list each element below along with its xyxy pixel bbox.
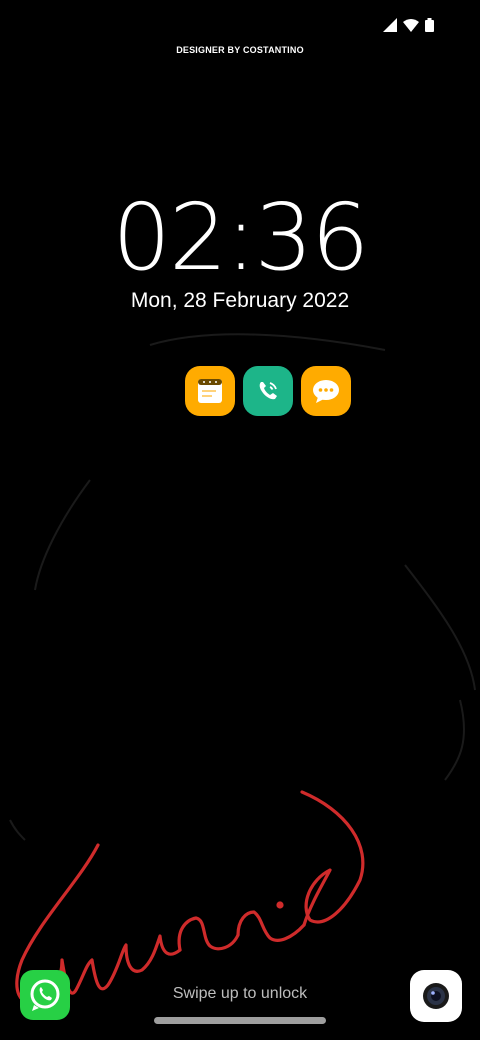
whatsapp-icon[interactable] <box>20 970 70 1020</box>
home-indicator[interactable] <box>154 1017 326 1024</box>
whatsapp-glyph <box>30 979 60 1011</box>
notes-icon[interactable] <box>185 366 235 416</box>
camera-glyph <box>423 983 449 1009</box>
clock-time: 02:36 <box>112 184 369 291</box>
status-bar <box>0 0 480 40</box>
phone-glyph <box>259 382 277 400</box>
battery-icon <box>425 18 434 32</box>
clock-date: Mon, 28 February 2022 <box>130 289 350 312</box>
wallpaper-art <box>9 333 476 1005</box>
wallpaper-credit: DESIGNER BY COSTANTINO <box>176 45 304 55</box>
phone-icon[interactable] <box>243 366 293 416</box>
notes-glyph <box>198 379 222 403</box>
messages-glyph <box>313 380 339 403</box>
cell-signal-icon <box>383 18 397 32</box>
camera-icon[interactable] <box>410 970 462 1022</box>
unlock-hint: Swipe up to unlock <box>172 985 308 1002</box>
wifi-icon <box>403 18 419 32</box>
notification-icons <box>185 366 351 416</box>
messages-icon[interactable] <box>301 366 351 416</box>
